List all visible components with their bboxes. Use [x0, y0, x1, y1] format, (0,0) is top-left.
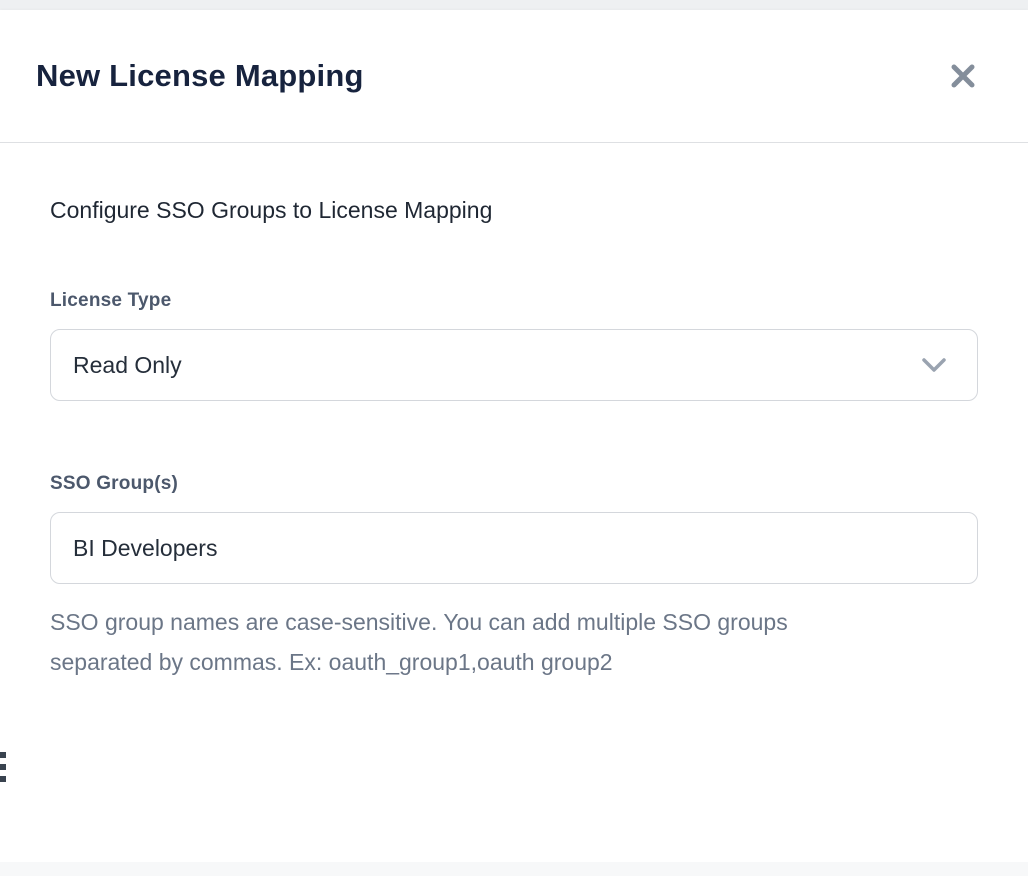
sso-groups-label: SSO Group(s): [50, 473, 978, 495]
close-button[interactable]: [944, 57, 982, 95]
new-license-mapping-modal: New License Mapping Configure SSO Groups…: [0, 10, 1028, 862]
license-type-label: License Type: [50, 290, 978, 312]
sso-groups-help-text: SSO group names are case-sensitive. You …: [50, 602, 895, 682]
page-background: New License Mapping Configure SSO Groups…: [0, 0, 1028, 876]
x-icon: [948, 79, 978, 94]
modal-description: Configure SSO Groups to License Mapping: [50, 143, 978, 224]
chevron-down-icon: [921, 357, 947, 373]
page-bottom-strip: [0, 862, 1028, 876]
modal-title: New License Mapping: [36, 58, 364, 94]
license-type-select[interactable]: Read Only: [50, 329, 978, 401]
modal-body: Configure SSO Groups to License Mapping …: [0, 143, 1028, 682]
clipped-menu-icon: [0, 752, 6, 782]
license-type-selected-value: Read Only: [73, 352, 182, 379]
modal-header: New License Mapping: [0, 10, 1028, 143]
page-top-strip: [0, 0, 1028, 10]
sso-groups-input[interactable]: [50, 512, 978, 584]
